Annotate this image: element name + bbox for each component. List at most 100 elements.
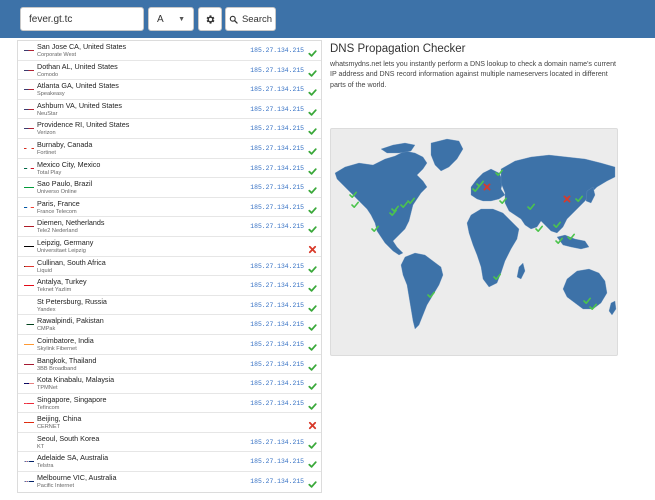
result-row: Sao Paulo, Brazil Universo Online 185.27.1… (18, 178, 321, 198)
result-row: Bangkok, Thailand 3BB Broadband 185.27.134… (18, 355, 321, 375)
result-location: Bangkok, Thailand (37, 355, 97, 365)
result-row: Cullinan, South Africa Liquid 185.27.134.2… (18, 257, 321, 277)
check-icon (308, 437, 317, 449)
result-location: Leipzig, Germany (37, 237, 94, 247)
flag-nl-icon (24, 220, 34, 228)
result-provider: Yandex (37, 306, 56, 313)
result-row: Seoul, South Korea KT 185.27.134.215 (18, 433, 321, 453)
flag-de-icon (24, 240, 34, 247)
world-map (330, 128, 618, 356)
result-provider: NeuStar (37, 110, 58, 117)
settings-button[interactable] (198, 7, 222, 31)
result-ip: 185.27.134.215 (250, 399, 304, 407)
record-type-select[interactable]: A ▼ (148, 7, 194, 31)
result-row: Singapore, Singapore Tefincom 185.27.134.2… (18, 394, 321, 414)
result-provider: Telstra (37, 463, 54, 470)
result-provider: 3BB Broadband (37, 365, 77, 372)
map-marker-ok[interactable] (351, 201, 359, 208)
result-row: Burnaby, Canada Fortinet 185.27.134.215 (18, 139, 321, 159)
result-location: St Petersburg, Russia (37, 296, 107, 306)
result-ip: 185.27.134.215 (250, 164, 304, 172)
result-provider: Total Play (37, 169, 62, 176)
result-ip: 185.27.134.215 (250, 125, 304, 133)
flag-us-icon (24, 64, 34, 71)
check-icon (308, 300, 317, 312)
result-provider: CMPak (37, 326, 56, 333)
cross-icon (308, 417, 317, 430)
result-location: Rawalpindi, Pakistan (37, 316, 104, 326)
flag-my-icon (24, 377, 34, 385)
top-bar: A ▼ Search (0, 0, 655, 38)
result-row: Paris, France France Telecom 185.27.134.21… (18, 198, 321, 218)
check-icon (308, 319, 317, 332)
arctic-islands-shape (380, 142, 416, 154)
flag-us-icon (24, 103, 34, 110)
result-ip: 185.27.134.215 (250, 458, 304, 466)
check-icon (308, 123, 317, 136)
result-location: Beijing, China (37, 414, 82, 424)
result-location: Cullinan, South Africa (37, 257, 106, 267)
result-provider: Universo Online (37, 189, 77, 196)
result-ip: 185.27.134.215 (250, 262, 304, 270)
flag-za-icon (24, 260, 34, 267)
page-description: whatsmydns.net lets you instantly perfor… (330, 60, 617, 89)
result-location: Melbourne VIC, Australia (37, 473, 117, 483)
flag-fr-icon (24, 201, 34, 208)
result-row: Atlanta GA, United States Speakeasy 185.27… (18, 80, 321, 100)
result-row: Leipzig, Germany Universitaet Leipzig (18, 237, 321, 257)
result-row: Kota Kinabalu, Malaysia TPMNet 185.27.134.… (18, 374, 321, 394)
result-location: San Jose CA, United States (37, 42, 127, 51)
result-location: Atlanta GA, United States (37, 81, 119, 91)
result-ip: 185.27.134.215 (250, 321, 304, 329)
result-location: Mexico City, Mexico (37, 159, 101, 169)
flag-us-icon (24, 83, 34, 91)
result-location: Antalya, Turkey (37, 277, 87, 287)
result-row: Antalya, Turkey Teknet Yazlim 185.27.134.2… (18, 276, 321, 296)
flag-tr-icon (24, 279, 34, 287)
result-location: Paris, France (37, 198, 80, 208)
result-location: Adelaide SA, Australia (37, 453, 109, 463)
result-provider: Verizon (37, 130, 56, 137)
greenland-shape (430, 138, 464, 172)
africa-shape (466, 208, 520, 288)
check-icon (308, 45, 317, 57)
cross-icon (308, 241, 317, 254)
result-ip: 185.27.134.215 (250, 144, 304, 152)
flag-au-icon (24, 475, 34, 483)
result-row: Ashburn VA, United States NeuStar 185.27.1… (18, 100, 321, 120)
result-provider: Fortinet (37, 149, 56, 156)
check-icon (308, 476, 317, 488)
result-ip: 185.27.134.215 (250, 438, 304, 446)
result-provider: Corporate West (37, 52, 77, 58)
page-title: DNS Propagation Checker (330, 43, 466, 55)
madagascar-shape (516, 262, 526, 280)
flag-us-icon (24, 44, 34, 51)
check-icon (308, 261, 317, 273)
asia-shape (500, 154, 616, 234)
check-icon (308, 104, 317, 116)
result-location: Diemen, Netherlands (37, 218, 105, 228)
check-icon (308, 221, 317, 234)
result-row: Beijing, China CERNET (18, 413, 321, 433)
result-row: St Petersburg, Russia Yandex 185.27.134.21… (18, 296, 321, 316)
result-ip: 185.27.134.215 (250, 282, 304, 290)
result-row: San Jose CA, United States Corporate West… (18, 41, 321, 61)
domain-input[interactable] (20, 7, 144, 31)
search-button[interactable]: Search (225, 7, 276, 31)
result-location: Dothan AL, United States (37, 61, 118, 71)
flag-in-icon (24, 338, 34, 345)
result-ip: 185.27.134.215 (250, 223, 304, 231)
flag-au-icon (24, 455, 34, 463)
check-icon (308, 456, 317, 469)
check-icon (308, 202, 317, 214)
check-icon (308, 163, 317, 175)
result-ip: 185.27.134.215 (250, 47, 304, 54)
check-icon (308, 143, 317, 155)
result-provider: Skylink Fibernet (37, 345, 77, 352)
check-icon (308, 339, 317, 351)
result-row: Mexico City, Mexico Total Play 185.27.134.… (18, 159, 321, 179)
result-ip: 185.27.134.215 (250, 301, 304, 309)
result-row: Dothan AL, United States Comodo 185.27.134… (18, 61, 321, 81)
result-location: Sao Paulo, Brazil (37, 179, 93, 189)
north-america-shape (334, 150, 428, 256)
